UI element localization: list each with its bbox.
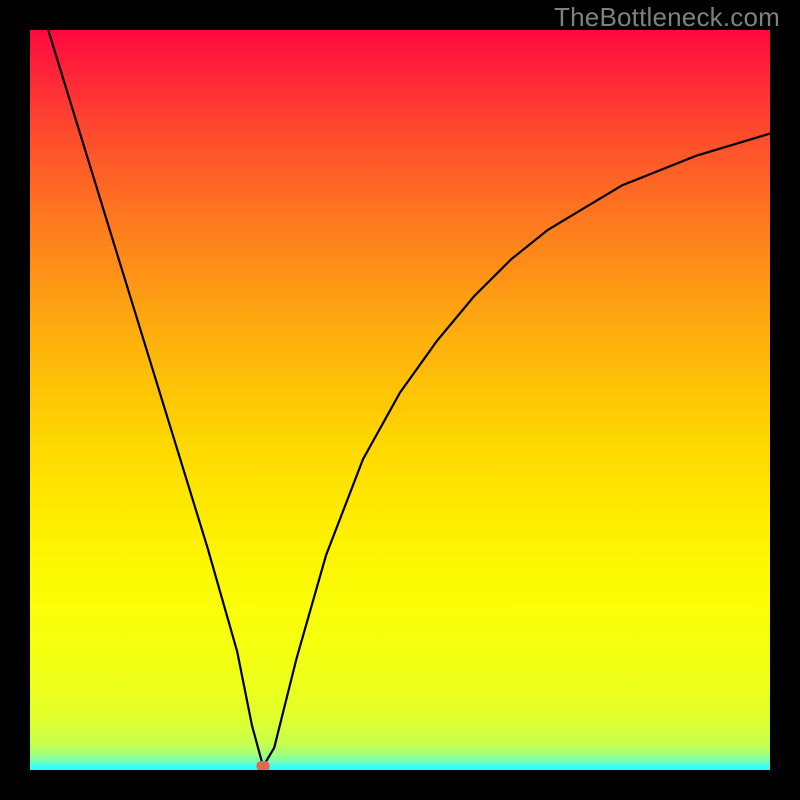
minimum-marker-icon	[257, 761, 270, 770]
watermark-text: TheBottleneck.com	[554, 2, 780, 33]
curve-path	[30, 30, 770, 766]
chart-frame: TheBottleneck.com	[0, 0, 800, 800]
bottleneck-curve	[30, 30, 770, 770]
plot-area	[30, 30, 770, 770]
